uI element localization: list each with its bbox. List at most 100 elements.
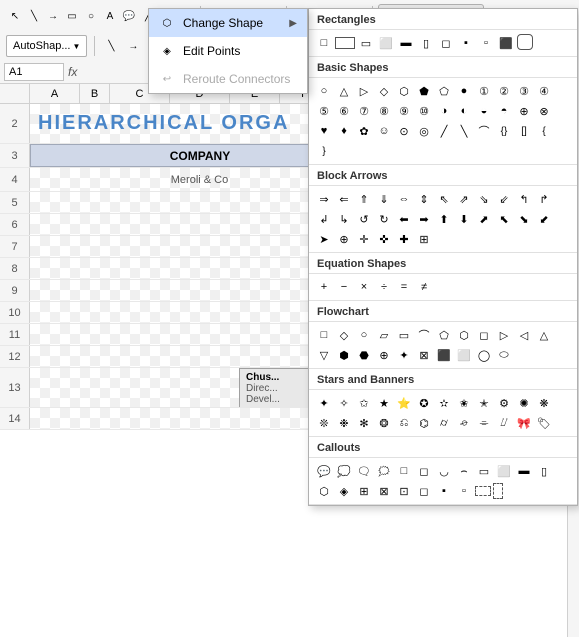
- shape-arrow22[interactable]: ⬉: [495, 210, 513, 228]
- shape-eq6[interactable]: ≠: [415, 278, 433, 296]
- shape-basic28[interactable]: ☺: [375, 122, 393, 140]
- shape-star8[interactable]: ✬: [455, 394, 473, 412]
- shape-eq2[interactable]: −: [335, 278, 353, 296]
- shape-arrow15[interactable]: ↺: [355, 210, 373, 228]
- shape-basic25[interactable]: ♥: [315, 122, 333, 140]
- shape-basic10[interactable]: ②: [495, 82, 513, 100]
- select-icon[interactable]: ↖: [6, 7, 24, 25]
- shape-flow14[interactable]: ⬢: [335, 346, 353, 364]
- shape-arrow28[interactable]: ✜: [375, 230, 393, 248]
- shape-flow19[interactable]: ⬛: [435, 346, 453, 364]
- shape-rect5[interactable]: ▬: [397, 34, 415, 52]
- shape-banner4[interactable]: ⌮: [455, 414, 473, 432]
- shape-callout22[interactable]: [493, 483, 503, 499]
- shape-arrow-icon[interactable]: →: [44, 7, 62, 25]
- shape-star4[interactable]: ★: [375, 394, 393, 412]
- shape-rect7[interactable]: ◻: [437, 34, 455, 52]
- shape-rect11[interactable]: [517, 34, 533, 50]
- shape-basic34[interactable]: {}: [495, 122, 513, 140]
- shape-banner2[interactable]: ⌬: [415, 414, 433, 432]
- shape-rect9[interactable]: ▫: [477, 34, 495, 52]
- shape-arrow3[interactable]: ⇑: [355, 190, 373, 208]
- shape-arrow24[interactable]: ⬋: [535, 210, 553, 228]
- shape-arrow11[interactable]: ↰: [515, 190, 533, 208]
- shape-basic26[interactable]: ♦: [335, 122, 353, 140]
- shape-basic4[interactable]: ◇: [375, 82, 393, 100]
- shape-callout8[interactable]: ⌢: [455, 462, 473, 480]
- line-tool-icon[interactable]: ╲: [102, 37, 120, 55]
- shape-text-icon[interactable]: A: [101, 7, 119, 25]
- shape-flow1[interactable]: □: [315, 326, 333, 344]
- shape-flow9[interactable]: ◻: [475, 326, 493, 344]
- shape-flow10[interactable]: ▷: [495, 326, 513, 344]
- shape-basic29[interactable]: ⊙: [395, 122, 413, 140]
- shape-star3[interactable]: ✩: [355, 394, 373, 412]
- shape-basic7[interactable]: ⬠: [435, 82, 453, 100]
- shape-callout7[interactable]: ◡: [435, 462, 453, 480]
- shape-arrow19[interactable]: ⬆: [435, 210, 453, 228]
- shape-basic9[interactable]: ①: [475, 82, 493, 100]
- shape-callout1[interactable]: 💬: [315, 462, 333, 480]
- autoshapes-button[interactable]: AutoShap... ▼: [6, 35, 87, 57]
- shape-arrow1[interactable]: ⇒: [315, 190, 333, 208]
- shape-basic2[interactable]: △: [335, 82, 353, 100]
- shape-flow17[interactable]: ✦: [395, 346, 413, 364]
- shape-callout9[interactable]: ▭: [475, 462, 493, 480]
- shape-callout17[interactable]: ⊡: [395, 482, 413, 500]
- shape-rect8[interactable]: ▪: [457, 34, 475, 52]
- shape-basic12[interactable]: ④: [535, 82, 553, 100]
- shape-callout10[interactable]: ⬜: [495, 462, 513, 480]
- shape-star12[interactable]: ❋: [535, 394, 553, 412]
- shape-basic15[interactable]: ⑦: [355, 102, 373, 120]
- shape-rect6[interactable]: ▯: [417, 34, 435, 52]
- shape-flow13[interactable]: ▽: [315, 346, 333, 364]
- shape-arrow18[interactable]: ➡: [415, 210, 433, 228]
- shape-basic8[interactable]: ●: [455, 82, 473, 100]
- shape-flow3[interactable]: ○: [355, 326, 373, 344]
- shape-star14[interactable]: ❉: [335, 414, 353, 432]
- shape-basic30[interactable]: ◎: [415, 122, 433, 140]
- shape-callout2[interactable]: 💭: [335, 462, 353, 480]
- menu-item-change-shape[interactable]: ⬡ Change Shape ▶: [149, 9, 307, 37]
- shape-callout12[interactable]: ▯: [535, 462, 553, 480]
- shape-banner6[interactable]: ⌰: [495, 414, 513, 432]
- shape-arrow6[interactable]: ⇕: [415, 190, 433, 208]
- shape-banner3[interactable]: ⌭: [435, 414, 453, 432]
- shape-arrow25[interactable]: ➤: [315, 230, 333, 248]
- shape-flow15[interactable]: ⬣: [355, 346, 373, 364]
- shape-basic31[interactable]: ╱: [435, 122, 453, 140]
- shape-oval-icon[interactable]: ○: [82, 7, 100, 25]
- shape-rect-icon[interactable]: ▭: [63, 7, 81, 25]
- shape-flow5[interactable]: ▭: [395, 326, 413, 344]
- shape-arrow21[interactable]: ⬈: [475, 210, 493, 228]
- shape-basic17[interactable]: ⑨: [395, 102, 413, 120]
- shape-arrow23[interactable]: ⬊: [515, 210, 533, 228]
- shape-flow18[interactable]: ⊠: [415, 346, 433, 364]
- shape-banner1[interactable]: ⎌: [395, 414, 413, 432]
- shape-flow11[interactable]: ◁: [515, 326, 533, 344]
- shape-basic24[interactable]: ⊗: [535, 102, 553, 120]
- shape-arrow8[interactable]: ⇗: [455, 190, 473, 208]
- shape-basic32[interactable]: ╲: [455, 122, 473, 140]
- shape-rect1[interactable]: □: [315, 34, 333, 52]
- shape-eq5[interactable]: =: [395, 278, 413, 296]
- shape-basic1[interactable]: ○: [315, 82, 333, 100]
- shape-eq3[interactable]: ×: [355, 278, 373, 296]
- shape-arrow12[interactable]: ↱: [535, 190, 553, 208]
- shape-flow12[interactable]: △: [535, 326, 553, 344]
- shape-callout20[interactable]: ▫: [455, 482, 473, 500]
- shape-flow21[interactable]: ◯: [475, 346, 493, 364]
- shape-arrow4[interactable]: ⇓: [375, 190, 393, 208]
- shape-callout21[interactable]: [475, 486, 491, 496]
- shape-basic6[interactable]: ⬟: [415, 82, 433, 100]
- shape-callout5[interactable]: □: [395, 462, 413, 480]
- shape-star5[interactable]: ⭐: [395, 394, 413, 412]
- shape-arrow30[interactable]: ⊞: [415, 230, 433, 248]
- shape-star16[interactable]: ❂: [375, 414, 393, 432]
- shape-banner8[interactable]: 🏷: [535, 414, 553, 432]
- shape-basic35[interactable]: []: [515, 122, 533, 140]
- shape-star9[interactable]: ✭: [475, 394, 493, 412]
- shape-star1[interactable]: ✦: [315, 394, 333, 412]
- shape-star10[interactable]: ⚙: [495, 394, 513, 412]
- shape-star13[interactable]: ❊: [315, 414, 333, 432]
